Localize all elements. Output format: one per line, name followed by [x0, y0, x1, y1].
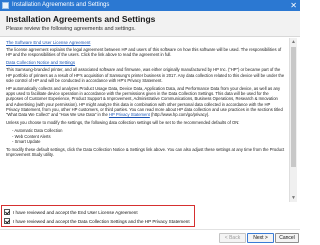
footer-divider — [0, 229, 300, 230]
samsung-paragraph: This Samsung-branded printer, and all as… — [6, 67, 285, 83]
data-collection-link[interactable]: Data Collection Notice and Settings — [6, 60, 285, 65]
eula-checkbox-label[interactable]: I have reviewed and accept the End User … — [13, 210, 138, 215]
scrollbar-thumb[interactable] — [291, 47, 296, 167]
installer-icon — [2, 2, 9, 9]
title-bar: Installation Agreements and Settings ✕ — [0, 0, 300, 11]
next-button[interactable]: Next > — [247, 233, 274, 243]
agreements-scroll-area[interactable]: The Software End User License Agreement … — [4, 38, 287, 201]
eula-checkbox[interactable] — [4, 209, 10, 215]
eula-description: The license agreement explains the legal… — [6, 47, 282, 58]
window-title: Installation Agreements and Settings — [12, 2, 110, 8]
privacy-statement-link[interactable]: HP Privacy Statement — [109, 112, 150, 117]
list-item: Smart Update — [12, 139, 285, 144]
vertical-scrollbar[interactable]: ▲ ▼ — [289, 38, 297, 202]
cancel-button[interactable]: Cancel — [275, 233, 299, 243]
scroll-down-icon[interactable]: ▼ — [291, 195, 296, 201]
data-usage-paragraph: HP automatically collects and analyzes P… — [6, 86, 285, 117]
eula-link[interactable]: The Software End User License Agreement — [6, 40, 285, 45]
data-collection-checkbox[interactable] — [4, 218, 10, 224]
defaults-paragraph: Unless you choose to modify the settings… — [6, 120, 240, 126]
page-subtitle: Please review the following agreements a… — [6, 26, 136, 32]
close-icon[interactable]: ✕ — [290, 0, 297, 11]
data-checkbox-row[interactable]: I have reviewed and accept the Data Coll… — [4, 217, 190, 225]
defaults-list: Automatic Data Collection Web Content Al… — [12, 128, 285, 144]
eula-checkbox-row[interactable]: I have reviewed and accept the End User … — [4, 208, 138, 216]
back-button[interactable]: < Back — [219, 233, 246, 243]
privacy-url: (http://www.hp.com/go/privacy). — [151, 112, 210, 118]
data-checkbox-label[interactable]: I have reviewed and accept the Data Coll… — [13, 219, 190, 224]
page-title: Installation Agreements and Settings — [6, 14, 156, 24]
page-header: Installation Agreements and Settings Ple… — [0, 11, 300, 37]
agreement-checkboxes: I have reviewed and accept the End User … — [1, 205, 195, 227]
modify-settings-paragraph: To modify these default settings, click … — [6, 147, 285, 158]
scroll-up-icon[interactable]: ▲ — [291, 39, 296, 45]
